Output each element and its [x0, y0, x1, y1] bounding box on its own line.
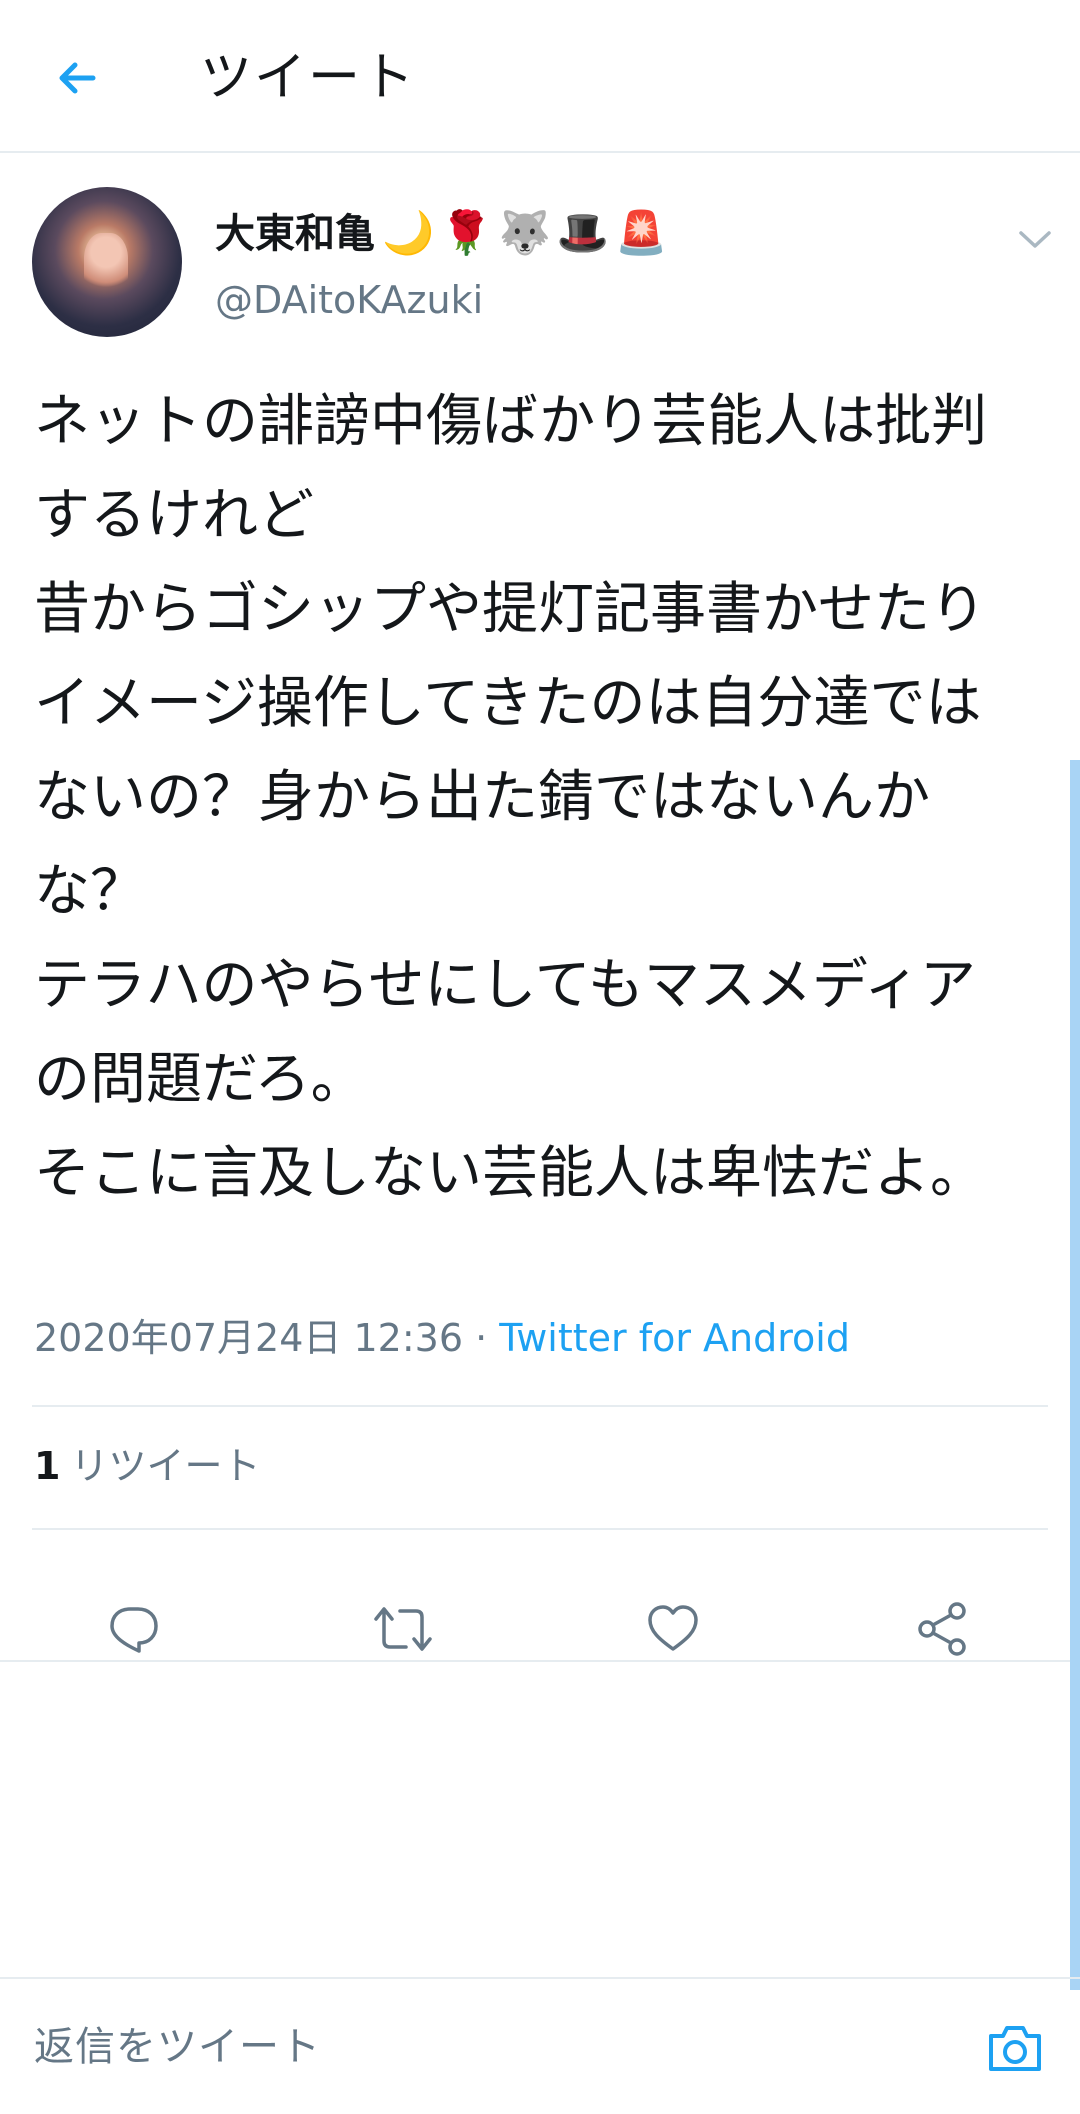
- avatar[interactable]: [32, 187, 182, 337]
- stats-divider-bottom: [32, 1528, 1048, 1530]
- tweet-text: ネットの誹謗中傷ばかり芸能人は批判するけれど 昔からゴシップや提灯記事書かせたり…: [34, 389, 988, 1206]
- siren-emoji: 🚨: [615, 208, 668, 257]
- retweet-button[interactable]: [370, 1596, 436, 1662]
- share-icon: [918, 1602, 966, 1656]
- retweet-count: 1: [34, 1444, 61, 1488]
- tweet-source-link[interactable]: Twitter for Android: [499, 1316, 850, 1360]
- camera-icon: [989, 2026, 1041, 2071]
- crescent-moon-emoji: 🌙: [382, 208, 435, 257]
- back-arrow-icon: [59, 62, 96, 94]
- reply-button[interactable]: [101, 1596, 167, 1662]
- tweet-options-button[interactable]: [1010, 215, 1060, 265]
- page-title: ツイート: [200, 48, 417, 108]
- retweet-icon: [374, 1607, 432, 1651]
- top-app-bar: ツイート: [0, 0, 1080, 153]
- tweet-timestamp: 2020年07月24日 12:36: [34, 1316, 464, 1360]
- like-icon: [648, 1605, 698, 1651]
- reply-icon: [110, 1607, 158, 1653]
- top-hat-emoji: 🎩: [556, 208, 610, 257]
- tweet-meta: 2020年07月24日 12:36 · Twitter for Android: [34, 1310, 850, 1366]
- reply-input[interactable]: 返信をツイート: [34, 2019, 321, 2075]
- rose-emoji: 🌹: [440, 208, 493, 257]
- name-emoji-row: 🌙 🌹 🐺 🎩 🚨: [382, 205, 667, 261]
- reply-bar: 返信をツイート: [0, 1977, 1080, 2114]
- scrollbar[interactable]: [1070, 760, 1080, 1990]
- tweet-action-bar: [0, 1560, 1080, 1700]
- chevron-down-icon: [1019, 231, 1051, 248]
- share-button[interactable]: [910, 1596, 976, 1662]
- camera-button[interactable]: [982, 2015, 1048, 2081]
- retweet-label: リツイート: [70, 1444, 261, 1488]
- actions-divider: [0, 1660, 1080, 1662]
- like-button[interactable]: [640, 1596, 706, 1662]
- stats-divider-top: [32, 1405, 1048, 1407]
- wolf-emoji: 🐺: [498, 208, 551, 257]
- back-button[interactable]: [42, 46, 112, 110]
- meta-separator: ·: [463, 1316, 500, 1360]
- author-handle[interactable]: @DAitoKAzuki: [215, 272, 483, 328]
- retweet-stats[interactable]: 1 リツイート: [34, 1438, 260, 1494]
- author-display-name[interactable]: 大東和亀: [215, 206, 375, 262]
